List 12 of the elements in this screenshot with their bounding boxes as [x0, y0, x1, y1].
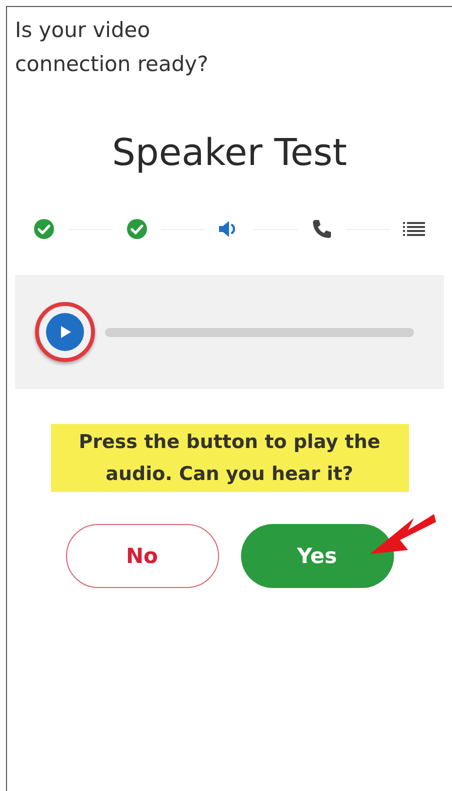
play-button[interactable]	[46, 313, 84, 351]
page-title: Speaker Test	[110, 131, 348, 174]
heading: Is your video connection ready?	[15, 17, 210, 78]
list-icon	[403, 221, 425, 237]
play-icon	[58, 324, 72, 340]
progress-track[interactable]	[105, 328, 414, 336]
no-button[interactable]: No	[66, 524, 218, 588]
phone-icon	[310, 218, 332, 240]
check-icon	[126, 218, 148, 240]
yes-button[interactable]: Yes	[240, 524, 394, 588]
check-icon	[33, 218, 55, 240]
instruction-text: Press the button to play the audio. Can you hear it?	[50, 424, 408, 492]
